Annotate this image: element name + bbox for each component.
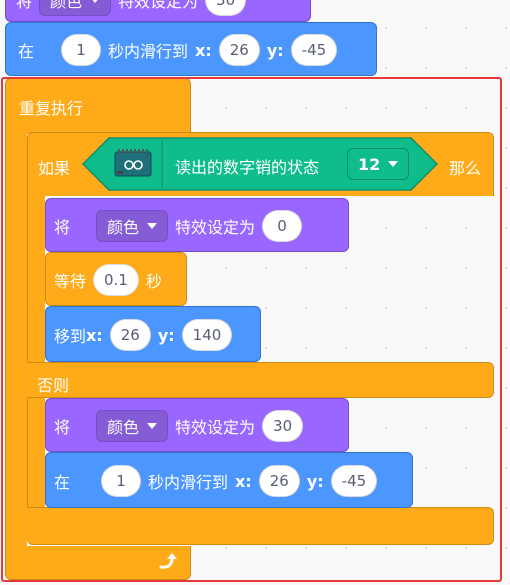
set-label: 将 <box>54 418 71 437</box>
glide-block-else[interactable]: 在 1 秒内滑行到 x: 26 y: -45 <box>45 452 413 508</box>
goto-block[interactable]: 移到 x: 26 y: 140 <box>45 306 261 362</box>
set-label: 将 <box>54 218 71 237</box>
set-to-label: 特效设定为 <box>175 218 256 237</box>
forever-left-arm <box>5 132 27 548</box>
glide-seconds-input[interactable]: 1 <box>61 34 102 66</box>
glide-block-top[interactable]: 在 1 秒内滑行到 x: 26 y: -45 <box>5 22 377 76</box>
chevron-down-icon <box>388 161 399 167</box>
digital-pin-condition-block[interactable]: 读出的数字销的状态 12 <box>82 137 438 191</box>
goto-x-input[interactable]: 26 <box>109 319 151 351</box>
goto-y-input[interactable]: 140 <box>181 319 233 351</box>
pin-dropdown[interactable]: 12 <box>347 148 410 180</box>
glide-y-label: y: <box>266 40 284 60</box>
effect-dropdown[interactable]: 颜色 <box>96 410 169 442</box>
effect-dropdown[interactable]: 颜色 <box>96 210 169 242</box>
loop-arrow-icon <box>156 551 178 577</box>
forever-bottom-bar <box>5 546 191 580</box>
effect-value-input[interactable]: 0 <box>262 210 303 242</box>
arduino-board-icon <box>114 149 152 183</box>
set-effect-block-top[interactable]: 将 颜色 特效设定为 30 <box>5 0 311 22</box>
chevron-down-icon <box>147 223 158 229</box>
else-label: 否则 <box>37 376 70 395</box>
else-bar: 否则 <box>27 362 494 398</box>
set-to-label: 特效设定为 <box>175 418 256 437</box>
glide-seconds-input[interactable]: 1 <box>101 465 142 497</box>
glide-x-input[interactable]: 26 <box>218 34 260 66</box>
chevron-down-icon <box>90 0 101 3</box>
set-label: 将 <box>16 0 33 11</box>
glide-middle-label: 秒内滑行到 <box>148 473 229 492</box>
goto-label: 移到 <box>54 327 87 346</box>
glide-prefix: 在 <box>54 473 71 492</box>
glide-y-label: y: <box>306 471 324 491</box>
goto-x-label: x: <box>86 325 103 345</box>
set-effect-block-if[interactable]: 将 颜色 特效设定为 0 <box>45 198 349 252</box>
forever-block[interactable]: 重复执行 <box>5 78 191 134</box>
effect-dropdown[interactable]: 颜色 <box>39 0 112 16</box>
wait-unit-label: 秒 <box>145 272 162 291</box>
effect-value-input[interactable]: 30 <box>262 410 304 442</box>
wait-label: 等待 <box>54 272 87 291</box>
set-to-label: 特效设定为 <box>118 0 199 11</box>
if-else-left-arm <box>27 194 45 514</box>
set-effect-block-else[interactable]: 将 颜色 特效设定为 30 <box>45 398 349 452</box>
glide-prefix: 在 <box>18 42 35 61</box>
glide-x-input[interactable]: 26 <box>258 465 300 497</box>
if-else-bottom-bar <box>27 507 494 545</box>
goto-y-label: y: <box>157 325 175 345</box>
wait-block[interactable]: 等待 0.1 秒 <box>45 252 187 306</box>
chevron-down-icon <box>147 423 158 429</box>
glide-x-label: x: <box>235 471 252 491</box>
then-label: 那么 <box>449 159 482 178</box>
effect-value-input[interactable]: 30 <box>205 0 247 16</box>
effect-dropdown-label: 颜色 <box>107 418 140 437</box>
glide-y-input[interactable]: -45 <box>290 34 338 66</box>
effect-dropdown-label: 颜色 <box>107 218 140 237</box>
glide-middle-label: 秒内滑行到 <box>108 42 189 61</box>
condition-text: 读出的数字销的状态 <box>175 158 320 177</box>
glide-x-label: x: <box>195 40 212 60</box>
glide-y-input[interactable]: -45 <box>330 465 378 497</box>
forever-label: 重复执行 <box>19 99 84 118</box>
if-label: 如果 <box>38 159 71 178</box>
pin-dropdown-label: 12 <box>358 154 381 174</box>
effect-dropdown-label: 颜色 <box>50 0 83 11</box>
wait-seconds-input[interactable]: 0.1 <box>93 264 139 296</box>
